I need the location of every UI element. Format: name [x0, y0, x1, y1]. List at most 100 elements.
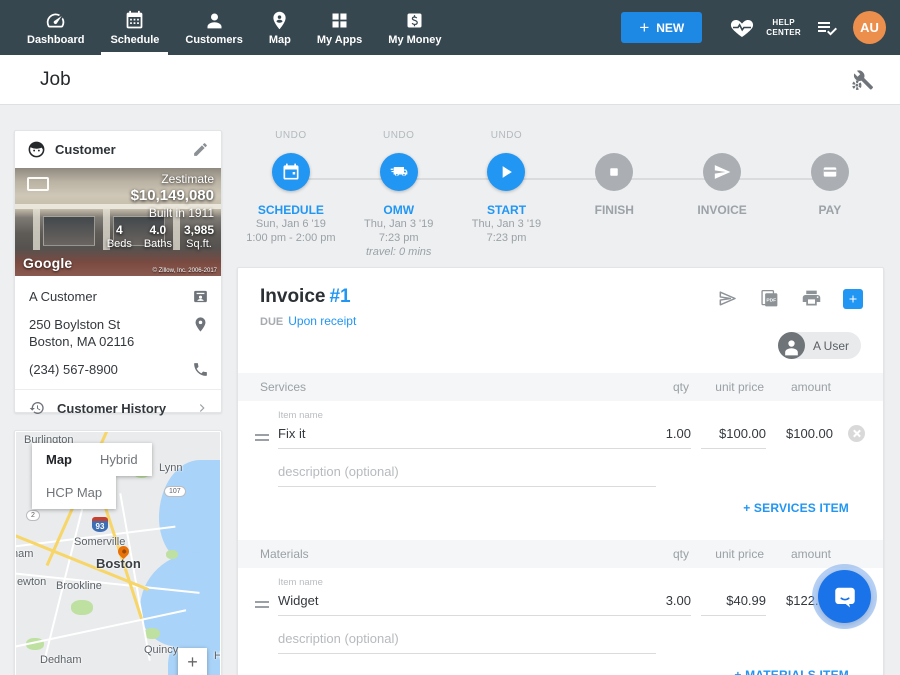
schedule-step-button[interactable]: [272, 153, 310, 191]
invoice-step-button[interactable]: [703, 153, 741, 191]
hcp-map-button[interactable]: HCP Map: [32, 476, 116, 509]
undo-start-button[interactable]: UNDO: [453, 130, 561, 142]
add-materials-item-button[interactable]: + MATERIALS ITEM: [734, 668, 849, 675]
plus-glyph: +: [639, 19, 649, 36]
customer-card-title: Customer: [55, 142, 116, 157]
line-item-row: Item name $100.00 + SERVICES ITEM: [238, 401, 883, 540]
history-icon: [29, 400, 45, 416]
nav-item-dashboard[interactable]: Dashboard: [14, 0, 97, 55]
assigned-user-chip[interactable]: A User: [778, 332, 861, 359]
map-label: Dedham: [40, 654, 82, 666]
money-icon: [404, 10, 425, 31]
property-photo[interactable]: Zestimate $10,149,080 Built in 1911 4Bed…: [15, 168, 221, 276]
customer-card: Customer Zestimate $10,149,080 Built in …: [14, 130, 222, 413]
truck-icon: [389, 162, 409, 182]
map-type-map-button[interactable]: Map: [32, 443, 86, 476]
pencil-icon: [192, 141, 209, 158]
timeline-step-schedule: UNDO SCHEDULE Sun, Jan 6 '19 1:00 pm - 2…: [237, 130, 345, 260]
add-services-item-button[interactable]: + SERVICES ITEM: [743, 501, 849, 515]
item-name-label: Item name: [278, 410, 323, 421]
customer-history-button[interactable]: Customer History: [15, 389, 221, 426]
plus-icon: [847, 293, 859, 305]
chevron-right-icon: [195, 401, 209, 415]
remove-item-button[interactable]: [848, 425, 865, 442]
page-title: Job: [40, 69, 71, 91]
customers-icon: [204, 10, 225, 31]
customer-address: 250 Boylston StBoston, MA 02116: [29, 316, 134, 350]
line-item-row: Item name $122.97 + MATERIALS ITEM: [238, 568, 883, 675]
health-heart-icon[interactable]: [730, 16, 754, 40]
amount-column-header: amount: [791, 547, 831, 561]
contact-card-icon[interactable]: [192, 288, 209, 305]
print-button[interactable]: [801, 288, 822, 309]
edit-customer-button[interactable]: [192, 141, 209, 158]
pdf-icon: PDF: [759, 288, 780, 309]
phone-icon[interactable]: [192, 361, 209, 378]
user-avatar[interactable]: AU: [853, 11, 886, 44]
nav-item-map[interactable]: Map: [256, 0, 304, 55]
chat-bubble-icon: [832, 584, 858, 610]
new-button[interactable]: + NEW: [621, 12, 702, 43]
wrench-gear-icon: [850, 68, 874, 92]
map-type-hybrid-button[interactable]: Hybrid: [86, 443, 152, 476]
timeline-step-start: UNDO START Thu, Jan 3 '19 7:23 pm: [453, 130, 561, 260]
description-input[interactable]: [278, 627, 656, 654]
item-name-input[interactable]: [278, 589, 656, 616]
timeline-step-pay: PAY: [776, 130, 884, 260]
location-pin-icon[interactable]: [192, 316, 209, 333]
job-settings-button[interactable]: [850, 68, 874, 92]
support-chat-button[interactable]: [818, 570, 871, 623]
top-nav: Dashboard Schedule Customers Map My Apps…: [0, 0, 900, 55]
nav-item-schedule[interactable]: Schedule: [97, 0, 172, 55]
add-invoice-item-button[interactable]: [843, 289, 863, 309]
user-avatar-icon: [778, 332, 805, 359]
invoice-title: Invoice#1: [260, 286, 351, 308]
google-map[interactable]: Burlington Lynn 107 2 93 Somerville ham …: [16, 432, 220, 675]
customer-name: A Customer: [29, 288, 97, 305]
dashboard-icon: [45, 10, 66, 31]
nav-item-my-money[interactable]: My Money: [375, 0, 454, 55]
omw-step-button[interactable]: [380, 153, 418, 191]
nav-item-my-apps[interactable]: My Apps: [304, 0, 375, 55]
nav-label: Dashboard: [27, 34, 84, 46]
pay-step-button[interactable]: [811, 153, 849, 191]
due-terms-link[interactable]: Upon receipt: [288, 314, 356, 328]
nav-label: Map: [269, 34, 291, 46]
line-amount: $100.00: [751, 426, 833, 441]
item-name-input[interactable]: [278, 422, 656, 449]
start-step-button[interactable]: [487, 153, 525, 191]
finish-step-button[interactable]: [595, 153, 633, 191]
qty-column-header: qty: [673, 547, 689, 561]
undo-omw-button[interactable]: UNDO: [345, 130, 453, 142]
checklist-icon[interactable]: [815, 16, 839, 40]
nav-label: My Apps: [317, 34, 362, 46]
calendar-icon: [281, 162, 301, 182]
map-label: Lynn: [159, 462, 182, 474]
invoice-due: DUEUpon receipt: [260, 314, 356, 328]
pdf-button[interactable]: PDF: [759, 288, 780, 309]
qty-input[interactable]: [636, 422, 691, 449]
section-title: Services: [260, 380, 306, 394]
drag-handle[interactable]: [255, 601, 269, 611]
stop-icon: [604, 162, 624, 182]
send-invoice-button[interactable]: [717, 288, 738, 309]
google-watermark: Google: [23, 255, 72, 271]
interstate-93-shield: 93: [92, 517, 108, 532]
app-screen: Dashboard Schedule Customers Map My Apps…: [0, 0, 900, 675]
send-icon: [717, 288, 738, 309]
drag-handle[interactable]: [255, 434, 269, 444]
help-center-button[interactable]: HELP CENTER: [766, 18, 801, 38]
undo-schedule-button[interactable]: UNDO: [237, 130, 345, 142]
services-section: Services qty unit price amount Item name…: [238, 373, 883, 540]
map-card: Burlington Lynn 107 2 93 Somerville ham …: [14, 430, 222, 675]
send-icon: [712, 162, 732, 182]
qty-input[interactable]: [636, 589, 691, 616]
description-input[interactable]: [278, 460, 656, 487]
printer-icon: [801, 288, 822, 309]
credit-card-icon: [820, 162, 840, 182]
invoice-number: #1: [329, 286, 350, 307]
map-label: Quincy: [144, 644, 178, 656]
map-zoom-in-button[interactable]: +: [178, 648, 207, 675]
nav-item-customers[interactable]: Customers: [172, 0, 255, 55]
new-button-label: NEW: [656, 21, 684, 35]
